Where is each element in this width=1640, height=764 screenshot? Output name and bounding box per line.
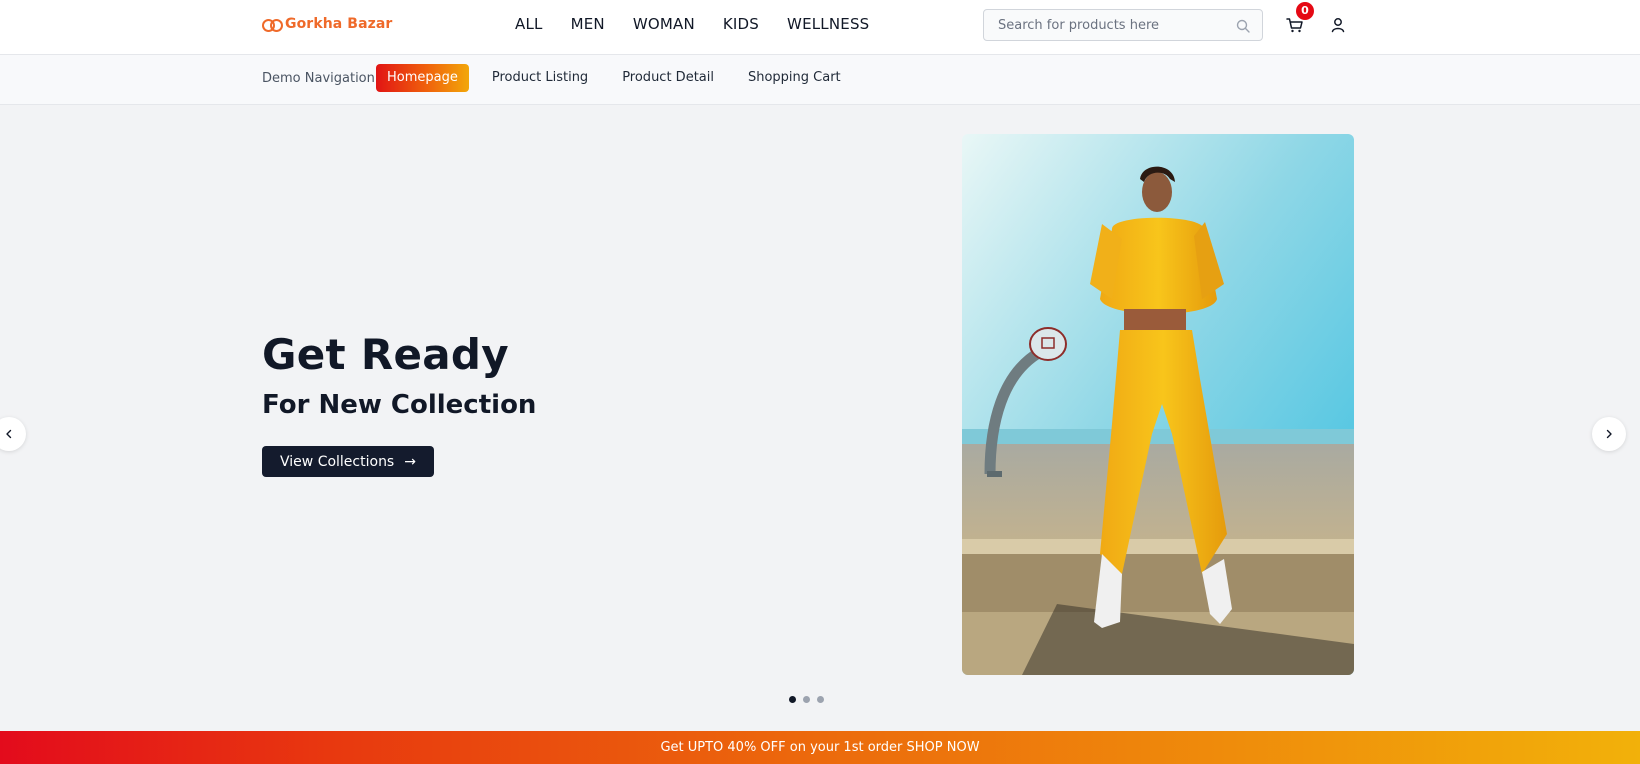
carousel-next-button[interactable]: [1592, 417, 1626, 451]
search-box: [983, 9, 1263, 41]
nav-item-woman[interactable]: WOMAN: [633, 15, 695, 33]
demo-link-homepage[interactable]: Homepage: [376, 64, 469, 92]
nav-item-all[interactable]: ALL: [515, 15, 543, 33]
nav-item-kids[interactable]: KIDS: [723, 15, 759, 33]
hero-image: [962, 134, 1354, 675]
search-input[interactable]: [998, 17, 1236, 33]
view-collections-label: View Collections: [280, 453, 395, 470]
demo-navigation-label: Demo Navigation:: [262, 71, 380, 86]
chevron-left-icon: [6, 429, 12, 439]
search-icon[interactable]: [1236, 18, 1250, 33]
carousel-prev-button[interactable]: [0, 417, 26, 451]
cart-count-badge: 0: [1296, 2, 1314, 20]
hero-title: Get Ready: [262, 330, 509, 379]
demo-navigation-links: Homepage Product Listing Product Detail …: [376, 64, 852, 92]
demo-link-shopping-cart[interactable]: Shopping Cart: [737, 64, 852, 92]
hero-subtitle: For New Collection: [262, 390, 537, 420]
promo-banner[interactable]: Get UPTO 40% OFF on your 1st order SHOP …: [0, 731, 1640, 764]
carousel-dots: [789, 696, 824, 703]
nav-item-wellness[interactable]: WELLNESS: [787, 15, 869, 33]
logo[interactable]: Gorkha Bazar: [262, 16, 392, 32]
demo-link-product-detail[interactable]: Product Detail: [611, 64, 725, 92]
main-nav: ALL MEN WOMAN KIDS WELLNESS: [515, 15, 869, 33]
carousel-dot-1[interactable]: [789, 696, 796, 703]
promo-text: Get UPTO 40% OFF on your 1st order SHOP …: [660, 740, 980, 755]
logo-icon: [262, 18, 283, 32]
demo-link-product-listing[interactable]: Product Listing: [481, 64, 599, 92]
logo-text: Gorkha Bazar: [285, 16, 393, 32]
carousel-dot-2[interactable]: [803, 696, 810, 703]
user-icon[interactable]: [1328, 14, 1348, 36]
nav-item-men[interactable]: MEN: [571, 15, 605, 33]
carousel-dot-3[interactable]: [817, 696, 824, 703]
demo-navigation-bar: Demo Navigation: Homepage Product Listin…: [0, 55, 1640, 105]
view-collections-button[interactable]: View Collections →: [262, 446, 434, 477]
top-header: Gorkha Bazar ALL MEN WOMAN KIDS WELLNESS…: [0, 0, 1640, 55]
arrow-right-icon: →: [404, 453, 416, 470]
chevron-right-icon: [1606, 429, 1612, 439]
